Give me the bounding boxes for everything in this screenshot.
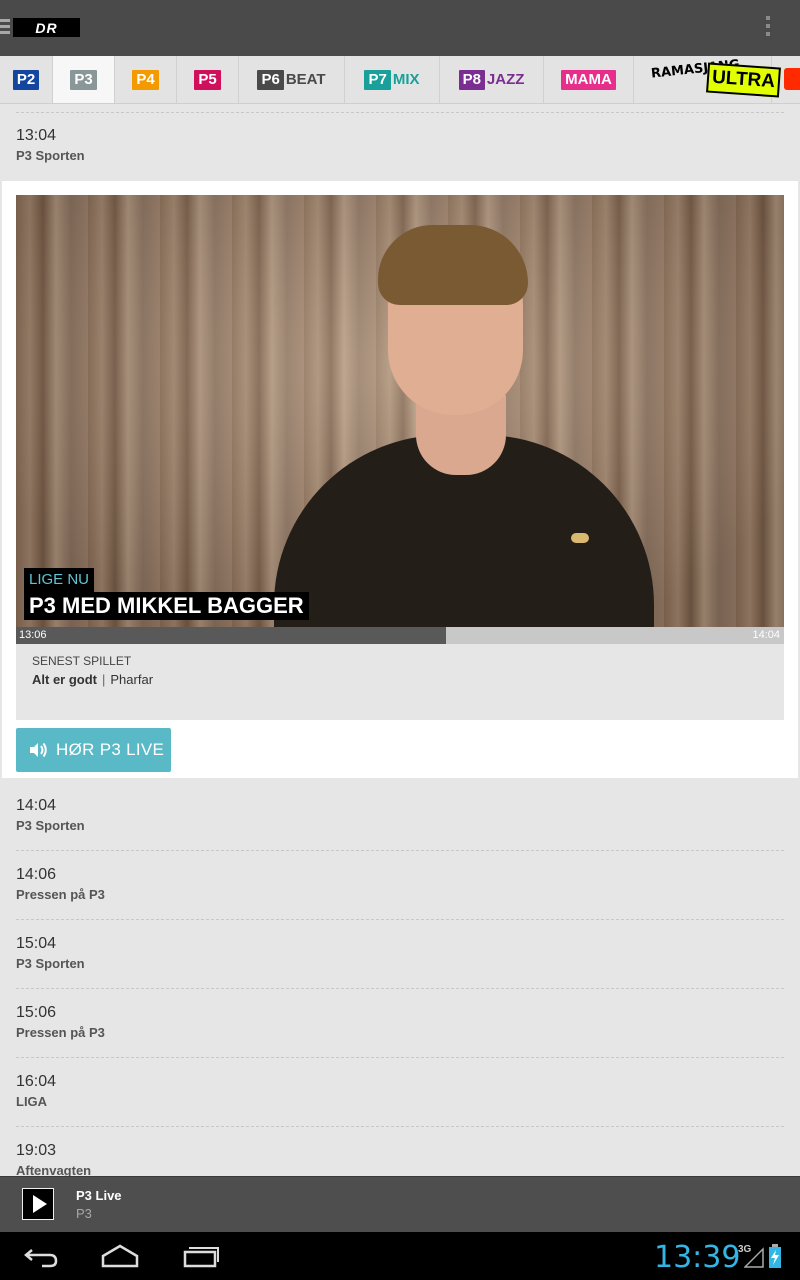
- overflow-menu-icon[interactable]: [764, 16, 772, 40]
- schedule-time: 19:03: [16, 1142, 57, 1159]
- channel-chip: P5: [194, 69, 221, 90]
- tab-p2[interactable]: P2: [0, 56, 53, 103]
- recent-track-title: Alt er godt: [32, 672, 97, 687]
- listen-live-label: HØR P3 LIVE: [56, 740, 165, 759]
- schedule-item[interactable]: 16:04 LIGA: [16, 1073, 784, 1110]
- dr-logo[interactable]: DR: [13, 18, 80, 37]
- clock: 13:39: [654, 1240, 741, 1275]
- channel-chip: P7: [364, 69, 391, 90]
- schedule-item[interactable]: 19:03 Aftenvagten: [16, 1142, 784, 1176]
- listen-live-button[interactable]: HØR P3 LIVE: [16, 728, 171, 772]
- tab-p3[interactable]: P3: [53, 56, 115, 103]
- channel-suffix: JAZZ: [486, 71, 525, 88]
- system-nav-bar: 13:39 3G: [0, 1232, 800, 1280]
- channel-chip: P4: [132, 69, 159, 90]
- schedule-title: Pressen på P3: [16, 1025, 105, 1040]
- channel-suffix: BEAT: [285, 71, 326, 88]
- schedule-title: P3 Sporten: [16, 818, 85, 833]
- tab-p8-jazz[interactable]: P8 JAZZ: [440, 56, 544, 103]
- channel-chip: P8: [458, 69, 485, 90]
- schedule-time: 16:04: [16, 1073, 57, 1090]
- tab-p7-mix[interactable]: P7 MIX: [345, 56, 440, 103]
- schedule-item[interactable]: 14:04 P3 Sporten: [16, 797, 784, 834]
- start-time: 13:06: [19, 629, 47, 641]
- divider: [16, 1057, 784, 1058]
- end-time: 14:04: [752, 629, 780, 641]
- channel-tabs: P2 P3 P4 P5 P6 BEAT P7 MIX P8 JAZZ MAMA …: [0, 56, 800, 104]
- channel-chip: MAMA: [561, 69, 616, 90]
- hamburger-icon[interactable]: [0, 19, 10, 37]
- schedule-time: 15:06: [16, 1004, 57, 1021]
- schedule-time: 15:04: [16, 935, 57, 952]
- mini-player[interactable]: P3 Live P3: [0, 1176, 800, 1232]
- ramasjang-ultra-logo: RAMASJANG ULTRA: [650, 57, 781, 99]
- recently-played-label: SENEST SPILLET: [32, 654, 132, 668]
- schedule-item[interactable]: 15:04 P3 Sporten: [16, 935, 784, 972]
- signal-icon: [744, 1247, 764, 1268]
- play-icon[interactable]: [22, 1188, 54, 1220]
- channel-suffix: MIX: [392, 71, 420, 88]
- tab-ramasjang-ultra[interactable]: RAMASJANG ULTRA: [634, 56, 781, 103]
- tab-p5[interactable]: P5: [177, 56, 239, 103]
- show-progress-bar: 13:06 14:04: [16, 627, 784, 644]
- schedule-item[interactable]: 13:04 P3 Sporten: [16, 127, 784, 164]
- separator: |: [102, 672, 106, 687]
- schedule-time: 14:04: [16, 797, 57, 814]
- tab-mama[interactable]: MAMA: [544, 56, 634, 103]
- schedule-title: P3 Sporten: [16, 956, 85, 971]
- recent-track-line: Alt er godt | Pharfar: [32, 672, 153, 687]
- recent-track-artist: Pharfar: [110, 672, 154, 687]
- live-now-badge: LIGE NU: [24, 568, 95, 592]
- tab-p6-beat[interactable]: P6 BEAT: [239, 56, 345, 103]
- channel-chip: P6: [257, 69, 284, 90]
- player-subtitle: P3: [76, 1206, 92, 1221]
- divider: [16, 1126, 784, 1127]
- divider: [16, 988, 784, 989]
- schedule-time: 13:04: [16, 127, 57, 144]
- schedule-title: Aftenvagten: [16, 1163, 92, 1176]
- show-title: P3 MED MIKKEL BAGGER: [24, 592, 309, 620]
- back-icon[interactable]: [22, 1242, 60, 1270]
- schedule-title: P3 Sporten: [16, 148, 85, 163]
- host-photo: [16, 195, 784, 627]
- progress-fill: [16, 627, 447, 644]
- schedule-title: Pressen på P3: [16, 887, 105, 902]
- recents-icon[interactable]: [182, 1242, 220, 1270]
- channel-chip: P2: [12, 69, 40, 90]
- host-hair: [378, 225, 528, 305]
- divider: [16, 112, 784, 113]
- recently-played: SENEST SPILLET Alt er godt | Pharfar: [16, 644, 784, 720]
- channel-chip: P3: [70, 69, 97, 90]
- schedule-item[interactable]: 15:06 Pressen på P3: [16, 1004, 784, 1041]
- schedule-title: LIGA: [16, 1094, 48, 1109]
- schedule-item[interactable]: 14:06 Pressen på P3: [16, 866, 784, 903]
- speaker-icon: [30, 742, 47, 758]
- ultra-text: ULTRA: [705, 61, 781, 98]
- home-icon[interactable]: [100, 1242, 140, 1270]
- battery-charging-icon: [769, 1244, 781, 1268]
- shirt-logo: [571, 533, 589, 543]
- divider: [16, 919, 784, 920]
- player-title: P3 Live: [76, 1188, 122, 1203]
- action-bar: DR: [0, 0, 800, 56]
- schedule-time: 14:06: [16, 866, 57, 883]
- tab-next-channel[interactable]: [784, 68, 800, 90]
- divider: [16, 850, 784, 851]
- tab-p4[interactable]: P4: [115, 56, 177, 103]
